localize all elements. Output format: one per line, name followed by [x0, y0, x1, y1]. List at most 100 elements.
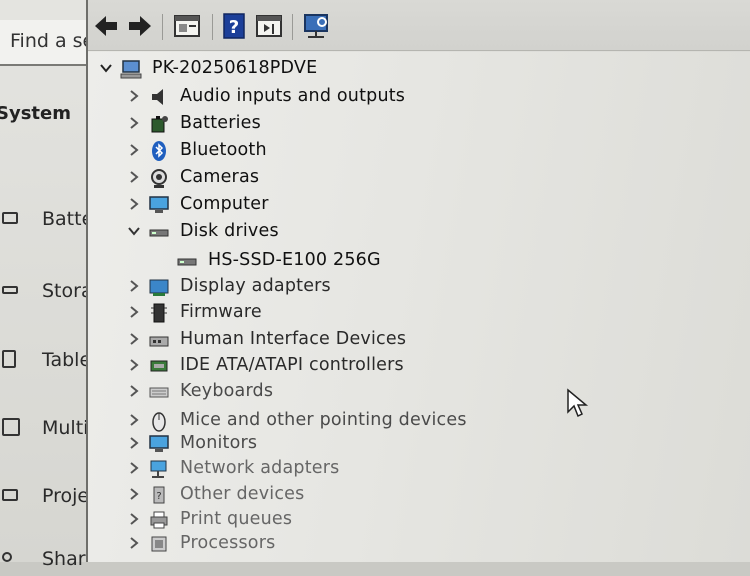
scan-hardware-icon[interactable] — [302, 12, 332, 40]
view-icon[interactable] — [254, 12, 284, 40]
tree-device-item[interactable]: HS-SSD-E100 256G — [176, 249, 596, 273]
chevron-right-icon[interactable] — [128, 513, 140, 525]
tree-category-item[interactable]: Network adapters — [122, 457, 542, 481]
hid-icon — [149, 336, 169, 347]
battery-icon — [151, 116, 168, 133]
storage-icon — [2, 286, 18, 294]
settings-item-tablet[interactable]: Table — [0, 347, 100, 377]
tree-item-label: Bluetooth — [180, 140, 267, 160]
projecting-icon — [2, 489, 18, 501]
settings-item-projecting[interactable]: Proje — [0, 483, 100, 513]
tree-category-item[interactable]: Bluetooth — [122, 139, 542, 163]
shared-icon — [2, 552, 12, 562]
tree-item-label: Print queues — [180, 509, 293, 529]
properties-icon[interactable] — [172, 12, 202, 40]
settings-item-storage[interactable]: Stora — [0, 278, 100, 308]
tree-item-label: Processors — [180, 533, 276, 553]
forward-icon[interactable] — [126, 12, 154, 40]
settings-item-label: Multi — [42, 417, 89, 439]
toolbar-separator — [162, 14, 163, 40]
chevron-right-icon[interactable] — [128, 117, 140, 129]
tree-category-item[interactable]: Display adapters — [122, 275, 542, 299]
chevron-down-icon[interactable] — [128, 225, 140, 237]
tree-category-item[interactable]: Monitors — [122, 432, 542, 456]
chevron-right-icon[interactable] — [128, 462, 140, 474]
help-icon[interactable]: ? — [222, 12, 246, 40]
keyboard-icon — [149, 387, 169, 398]
tablet-icon — [2, 350, 16, 368]
settings-item-label: Shar — [42, 548, 86, 570]
tree-item-label: Keyboards — [180, 381, 274, 401]
monitor-icon — [149, 196, 169, 213]
tree-item-label: Other devices — [180, 484, 305, 504]
toolbar-separator — [292, 14, 293, 40]
bluetooth-icon — [152, 141, 166, 161]
search-input[interactable]: Find a se — [0, 20, 100, 66]
printer-icon — [150, 511, 168, 529]
network-adapter-icon — [150, 460, 167, 478]
settings-item-battery[interactable]: Batte — [0, 206, 100, 236]
tree-category-item[interactable]: Firmware — [122, 301, 542, 325]
tree-item-label: Monitors — [180, 433, 258, 453]
chevron-right-icon[interactable] — [128, 90, 140, 102]
chevron-right-icon[interactable] — [128, 306, 140, 318]
chevron-down-icon[interactable] — [100, 62, 112, 74]
chevron-right-icon[interactable] — [128, 537, 140, 549]
tree-item-label: IDE ATA/ATAPI controllers — [180, 355, 404, 375]
tree-item-label: HS-SSD-E100 256G — [208, 250, 381, 270]
chevron-right-icon[interactable] — [128, 280, 140, 292]
tree-item-label: Disk drives — [180, 221, 279, 241]
mouse-icon — [152, 412, 166, 432]
tree-root-computer[interactable]: PK-20250618PDVE — [96, 57, 396, 81]
tree-category-item[interactable]: Audio inputs and outputs — [122, 85, 542, 109]
tree-item-label: Network adapters — [180, 458, 340, 478]
tree-category-item[interactable]: Computer — [122, 193, 542, 217]
mouse-cursor-icon — [567, 388, 589, 418]
tree-category-item[interactable]: Processors — [122, 532, 542, 556]
settings-item-shared[interactable]: Shar — [0, 546, 100, 576]
settings-item-multitasking[interactable]: Multi — [0, 415, 100, 445]
tree-item-label: Mice and other pointing devices — [180, 410, 467, 430]
toolbar-separator — [212, 14, 213, 40]
other-devices-icon: ? — [153, 486, 165, 504]
tree-category-item[interactable]: Disk drives — [122, 220, 542, 244]
tree-category-item[interactable]: IDE ATA/ATAPI controllers — [122, 354, 542, 378]
chevron-right-icon[interactable] — [128, 488, 140, 500]
chevron-right-icon[interactable] — [128, 437, 140, 449]
tree-category-item[interactable]: Keyboards — [122, 380, 542, 404]
settings-item-label: Table — [42, 349, 92, 371]
multitasking-icon — [2, 418, 20, 436]
display-adapter-icon — [149, 279, 169, 296]
speaker-icon — [152, 89, 163, 105]
tree-item-label: Cameras — [180, 167, 260, 187]
tree-category-item[interactable]: ? Other devices — [122, 483, 542, 507]
chevron-right-icon[interactable] — [128, 359, 140, 371]
camera-icon — [151, 169, 167, 188]
chevron-right-icon[interactable] — [128, 385, 140, 397]
tree-category-item[interactable]: Cameras — [122, 166, 542, 190]
tree-category-item[interactable]: Batteries — [122, 112, 542, 136]
tree-item-label: Computer — [180, 194, 269, 214]
tree-category-item[interactable]: Human Interface Devices — [122, 328, 542, 352]
tree-item-label: Human Interface Devices — [180, 329, 407, 349]
chevron-right-icon[interactable] — [128, 333, 140, 345]
settings-item-label: Proje — [42, 485, 90, 507]
tree-item-label: Batteries — [180, 113, 261, 133]
chevron-right-icon[interactable] — [128, 144, 140, 156]
tree-item-label: Firmware — [180, 302, 262, 322]
device-manager-window: ? PK-20250618PDVE Audio inputs and outpu… — [86, 0, 750, 562]
tree-item-label: Display adapters — [180, 276, 331, 296]
back-icon[interactable] — [92, 12, 120, 40]
tree-item-label: Audio inputs and outputs — [180, 86, 406, 106]
ide-controller-icon — [150, 360, 168, 372]
firmware-icon — [151, 303, 167, 323]
chevron-right-icon[interactable] — [128, 414, 140, 426]
chevron-right-icon[interactable] — [128, 171, 140, 183]
disk-drive-icon — [149, 229, 169, 237]
tree-category-item[interactable]: Print queues — [122, 508, 542, 532]
chevron-right-icon[interactable] — [128, 198, 140, 210]
computer-icon — [120, 60, 142, 79]
processor-icon — [151, 536, 167, 552]
toolbar: ? — [88, 0, 750, 51]
tree-category-item[interactable]: Mice and other pointing devices — [122, 409, 542, 433]
